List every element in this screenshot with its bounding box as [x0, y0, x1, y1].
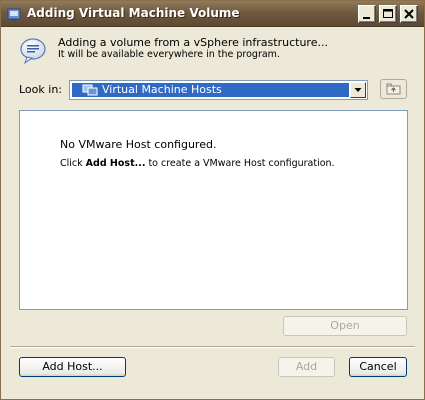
up-folder-button[interactable]	[380, 79, 407, 99]
chevron-down-icon	[354, 88, 362, 92]
lookin-selected-item: Virtual Machine Hosts	[72, 83, 349, 97]
dialog-window: Adding Virtual Machine Volume Adding a v…	[0, 0, 425, 400]
lookin-label: Look in:	[19, 83, 62, 96]
vm-hosts-icon	[82, 84, 98, 96]
empty-state-message: No VMware Host configured.	[60, 138, 217, 151]
maximize-button[interactable]	[379, 5, 397, 23]
add-button[interactable]: Add	[278, 357, 335, 377]
hint-add-host-text: Add Host...	[85, 158, 146, 169]
info-balloon-icon	[18, 36, 48, 66]
title-bar[interactable]: Adding Virtual Machine Volume	[1, 1, 424, 27]
dropdown-arrow-button[interactable]	[350, 82, 366, 98]
add-host-button[interactable]: Add Host...	[19, 357, 126, 377]
close-button[interactable]	[400, 5, 418, 23]
header-title: Adding a volume from a vSphere infrastru…	[58, 36, 328, 49]
window-title: Adding Virtual Machine Volume	[27, 6, 240, 20]
lookin-selected-text: Virtual Machine Hosts	[102, 83, 222, 96]
minimize-icon	[363, 17, 370, 19]
header-subtitle: It will be available everywhere in the p…	[58, 49, 280, 60]
minimize-button[interactable]	[358, 5, 376, 23]
host-list-panel[interactable]: No VMware Host configured. Click Add Hos…	[19, 110, 408, 310]
up-folder-icon	[386, 83, 401, 95]
cancel-button[interactable]: Cancel	[349, 357, 407, 377]
hint-prefix: Click	[60, 158, 86, 169]
separator	[10, 346, 415, 348]
lookin-dropdown[interactable]: Virtual Machine Hosts	[69, 80, 368, 100]
hint-suffix: to create a VMware Host configuration.	[145, 158, 335, 169]
maximize-icon	[383, 9, 393, 18]
close-icon	[404, 9, 414, 19]
empty-state-hint: Click Add Host... to create a VMware Hos…	[60, 158, 335, 169]
open-button[interactable]: Open	[283, 316, 407, 336]
app-icon	[7, 7, 21, 21]
